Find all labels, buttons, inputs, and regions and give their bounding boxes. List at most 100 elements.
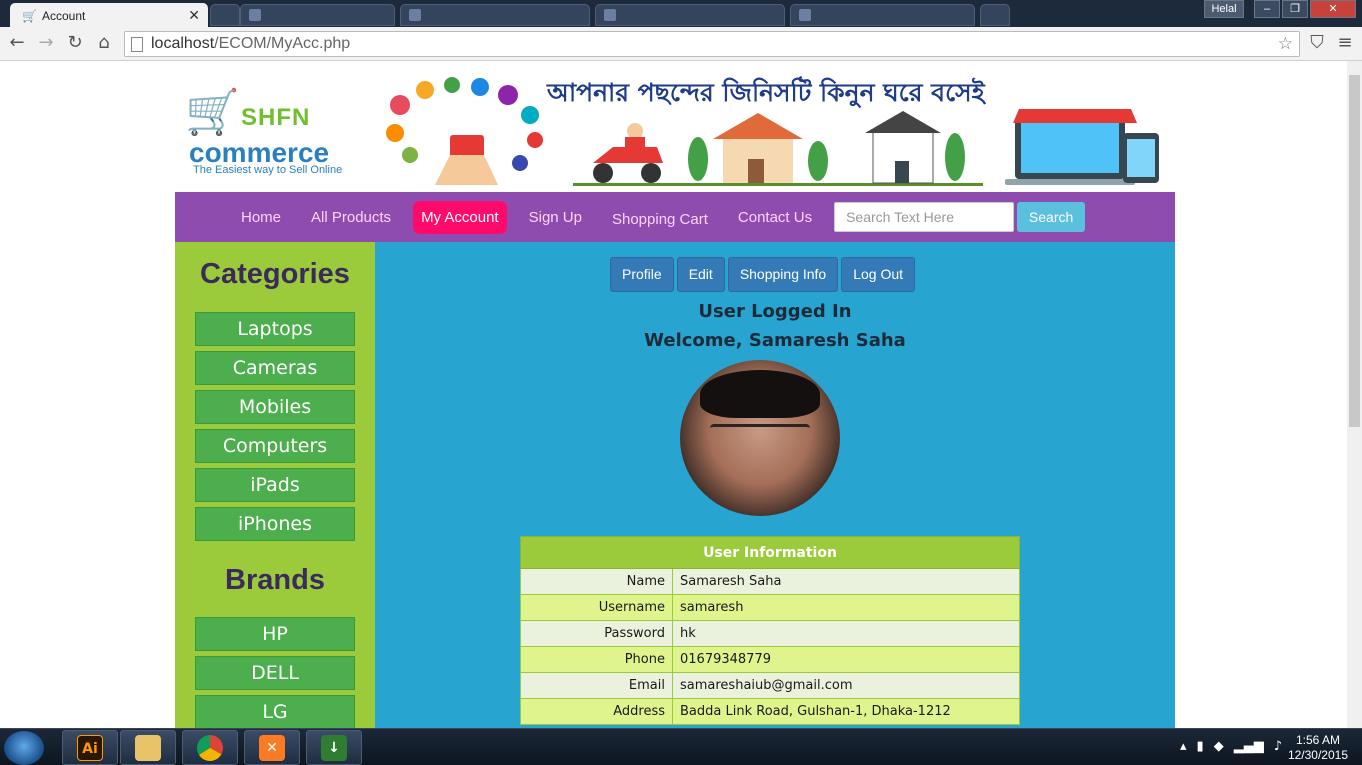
sidebar: Categories Laptops Cameras Mobiles Compu… (175, 242, 375, 729)
user-info-title: User Information (520, 536, 1020, 569)
brand-item[interactable]: DELL (195, 656, 355, 690)
clock-time: 1:56 AM (1295, 733, 1340, 747)
browser-tab-background[interactable] (240, 4, 395, 26)
site-banner: 🛒 SHFN commerce The Easiest way to Sell … (175, 61, 1175, 192)
scrollbar-thumb[interactable] (1349, 75, 1360, 427)
forward-arrow-icon[interactable]: → (35, 33, 57, 53)
edit-button[interactable]: Edit (676, 257, 725, 292)
site-navigation: Home All Products My Account Sign Up Sho… (175, 192, 1175, 242)
back-arrow-icon[interactable]: ← (6, 33, 28, 53)
category-item[interactable]: iPhones (195, 507, 355, 541)
search-input[interactable]: Search Text Here (834, 202, 1015, 232)
url-host: localhost (151, 35, 215, 52)
new-tab-button[interactable] (210, 4, 240, 26)
volume-icon[interactable]: ♪ (1274, 739, 1282, 754)
field-label: Address (520, 698, 673, 725)
field-value: samaresh (672, 594, 1020, 621)
nav-sign-up[interactable]: Sign Up (521, 201, 590, 234)
shopping-icons-illustration (386, 77, 543, 185)
chrome-icon[interactable] (182, 730, 238, 765)
illustrator-icon[interactable]: Ai (62, 730, 118, 765)
field-label: Phone (520, 646, 673, 673)
category-item[interactable]: Cameras (195, 351, 355, 385)
table-row: Phone 01679348779 (520, 646, 1020, 673)
signal-icon[interactable]: ▂▄▆ (1234, 739, 1264, 754)
extension-shield-icon[interactable]: ⛉ (1306, 33, 1328, 53)
field-label: Password (520, 620, 673, 647)
brands-heading: Brands (225, 564, 325, 596)
tab-close-icon[interactable]: ✕ (188, 8, 200, 24)
windows-start-icon[interactable] (4, 731, 44, 765)
address-bar[interactable]: localhost/ECOM/MyAcc.php ☆ (124, 31, 1300, 57)
nav-my-account[interactable]: My Account (413, 200, 507, 234)
cart-favicon-icon: 🛒 (22, 8, 37, 23)
table-row: Address Badda Link Road, Gulshan-1, Dhak… (520, 698, 1020, 725)
profile-button[interactable]: Profile (610, 257, 674, 292)
window-close-icon[interactable]: ✕ (1310, 0, 1356, 18)
reload-icon[interactable]: ↻ (64, 33, 86, 53)
account-panel: Profile Edit Shopping Info Log Out User … (375, 242, 1175, 729)
network-icon[interactable]: ▮ (1197, 739, 1204, 754)
online-shop-illustration (1005, 109, 1159, 185)
nav-home[interactable]: Home (233, 201, 289, 234)
account-tabs: Profile Edit Shopping Info Log Out (610, 257, 916, 292)
logo-shfn: SHFN (241, 104, 311, 131)
tab-title: Account (42, 8, 86, 23)
browser-titlebar: 🛒 Account ✕ Helal – ❐ ✕ (0, 0, 1362, 28)
page-icon (131, 36, 143, 52)
clock-date: 12/30/2015 (1287, 748, 1348, 762)
browser-tab-background[interactable] (595, 4, 785, 26)
field-value: 01679348779 (672, 646, 1020, 673)
login-status: User Logged In (698, 301, 852, 322)
table-row: Email samareshaiub@gmail.com (520, 672, 1020, 699)
profile-photo (680, 360, 840, 516)
browser-toolbar: ← → ↻ ⌂ localhost/ECOM/MyAcc.php ☆ ⛉ ≡ (0, 27, 1362, 61)
file-explorer-icon[interactable] (120, 730, 176, 765)
dropbox-icon[interactable]: ◆ (1214, 739, 1224, 754)
nav-all-products[interactable]: All Products (303, 201, 399, 234)
menu-icon[interactable]: ≡ (1334, 33, 1356, 53)
log-out-button[interactable]: Log Out (841, 257, 916, 292)
categories-heading: Categories (200, 258, 350, 290)
browser-tab-background[interactable] (790, 4, 975, 26)
table-row: Username samaresh (520, 594, 1020, 621)
download-manager-icon[interactable]: ↓ (306, 730, 362, 765)
shopping-cart-logo-icon: 🛒 (185, 87, 240, 138)
maximize-icon[interactable]: ❐ (1282, 0, 1308, 18)
browser-tab-background[interactable] (980, 4, 1010, 26)
shopping-info-button[interactable]: Shopping Info (727, 257, 839, 292)
browser-tab-account[interactable]: 🛒 Account ✕ (10, 3, 208, 28)
browser-tab-background[interactable] (400, 4, 590, 26)
brand-item[interactable]: LG (195, 695, 355, 729)
banner-slogan: আপনার পছন্দের জিনিসটি কিনুন ঘরে বসেই (547, 78, 985, 107)
url-path: /ECOM/MyAcc.php (214, 35, 351, 52)
welcome-message: Welcome, Samaresh Saha (644, 330, 906, 351)
bookmark-star-icon[interactable]: ☆ (1278, 34, 1293, 54)
field-label: Email (520, 672, 673, 699)
category-list: Laptops Cameras Mobiles Computers iPads … (175, 312, 375, 541)
field-value: Samaresh Saha (672, 568, 1020, 595)
minimize-icon[interactable]: – (1254, 0, 1280, 18)
user-info-table: User Information Name Samaresh Saha User… (520, 536, 1020, 725)
brand-item[interactable]: HP (195, 617, 355, 651)
field-label: Username (520, 594, 673, 621)
category-item[interactable]: Laptops (195, 312, 355, 346)
table-row: Name Samaresh Saha (520, 568, 1020, 595)
xampp-icon[interactable]: ✕ (244, 730, 300, 765)
search-button[interactable]: Search (1017, 202, 1086, 232)
nav-shopping-cart[interactable]: Shopping Cart (604, 199, 716, 236)
table-row: Password hk (520, 620, 1020, 647)
system-clock[interactable]: 1:56 AM 12/30/2015 (1288, 733, 1348, 763)
tray-expand-icon[interactable]: ▴ (1180, 739, 1187, 754)
home-icon[interactable]: ⌂ (93, 33, 115, 53)
category-item[interactable]: iPads (195, 468, 355, 502)
logo-tagline: The Easiest way to Sell Online (193, 164, 343, 176)
field-value: samareshaiub@gmail.com (672, 672, 1020, 699)
profile-user-badge[interactable]: Helal (1204, 0, 1244, 18)
site-container: 🛒 SHFN commerce The Easiest way to Sell … (175, 61, 1175, 729)
nav-contact-us[interactable]: Contact Us (730, 201, 820, 234)
page-scrollbar[interactable] (1347, 61, 1362, 728)
category-item[interactable]: Mobiles (195, 390, 355, 424)
category-item[interactable]: Computers (195, 429, 355, 463)
brand-list: HP DELL LG (175, 617, 375, 729)
